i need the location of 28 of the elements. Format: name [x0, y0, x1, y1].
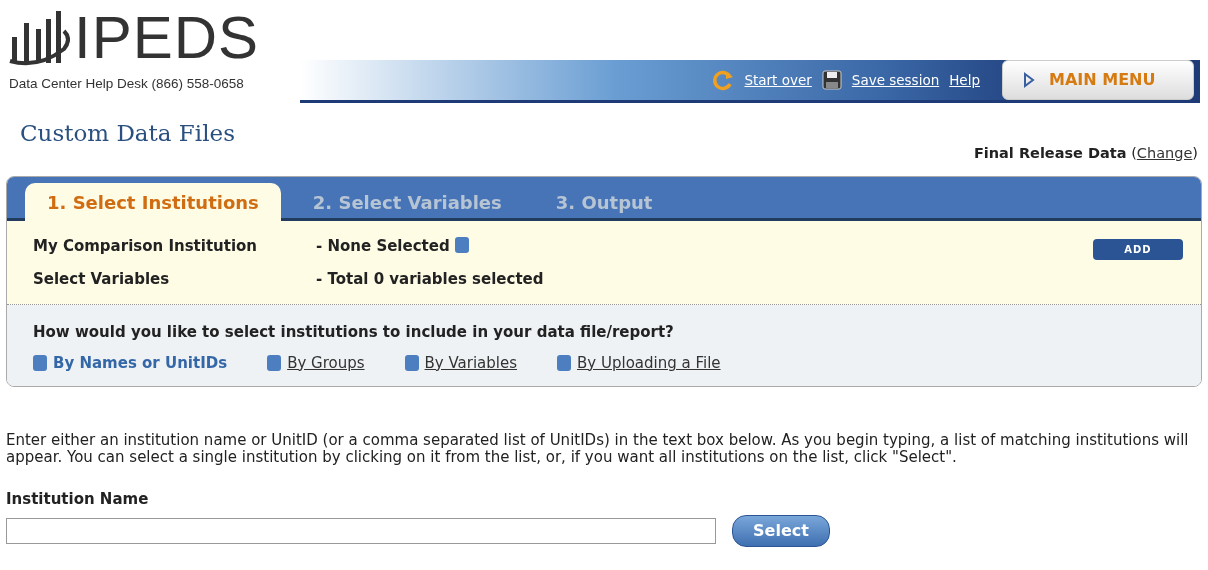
tab[interactable]: 1. Select Institutions: [25, 183, 281, 222]
release-label: Final Release Data: [973, 144, 1127, 161]
play-icon: [1023, 72, 1035, 88]
save-session-link[interactable]: Save session: [851, 69, 940, 91]
method-link[interactable]: By Groups: [287, 351, 365, 375]
method-link[interactable]: By Names or UnitIDs: [53, 351, 228, 375]
question-text: How would you like to select institutions to include in your data file/report?: [33, 322, 675, 344]
refresh-icon[interactable]: [712, 69, 735, 91]
paren-text: ): [1192, 144, 1198, 161]
method-link[interactable]: By Variables: [424, 351, 518, 375]
summary-label: Select Variables: [33, 268, 171, 290]
add-button[interactable]: ADD: [1093, 239, 1183, 261]
change-link[interactable]: Change: [1136, 144, 1193, 161]
start-over-link[interactable]: Start over: [744, 69, 812, 91]
field-label: Institution Name: [6, 489, 150, 511]
helpdesk-text: Data Center Help Desk (866) 558-0658: [8, 75, 244, 93]
method-link[interactable]: By Uploading a File: [577, 351, 721, 375]
page-title: Custom Data Files: [20, 120, 235, 146]
select-button[interactable]: Select: [732, 514, 830, 547]
paren-text: (: [1131, 144, 1137, 161]
bar-chart-logo-icon: [8, 9, 70, 67]
logo-text: IPEDS: [74, 8, 260, 68]
summary-value: - Total 0 variables selected: [316, 269, 544, 288]
instructions-text: Enter either an institution name or UnitID (or a comma separated list of UnitIDs) in the text box below. As you begin typing, a list of matching institutions will appear. You can select a single institution by clicking on it from the list, or, if you want all institutions on the list, click "Select".: [6, 432, 1190, 467]
institution-name-field[interactable]: [6, 517, 716, 544]
summary-value: - None Selected: [316, 237, 450, 256]
summary-label: My Comparison Institution: [33, 236, 259, 258]
help-link[interactable]: Help: [949, 69, 980, 91]
